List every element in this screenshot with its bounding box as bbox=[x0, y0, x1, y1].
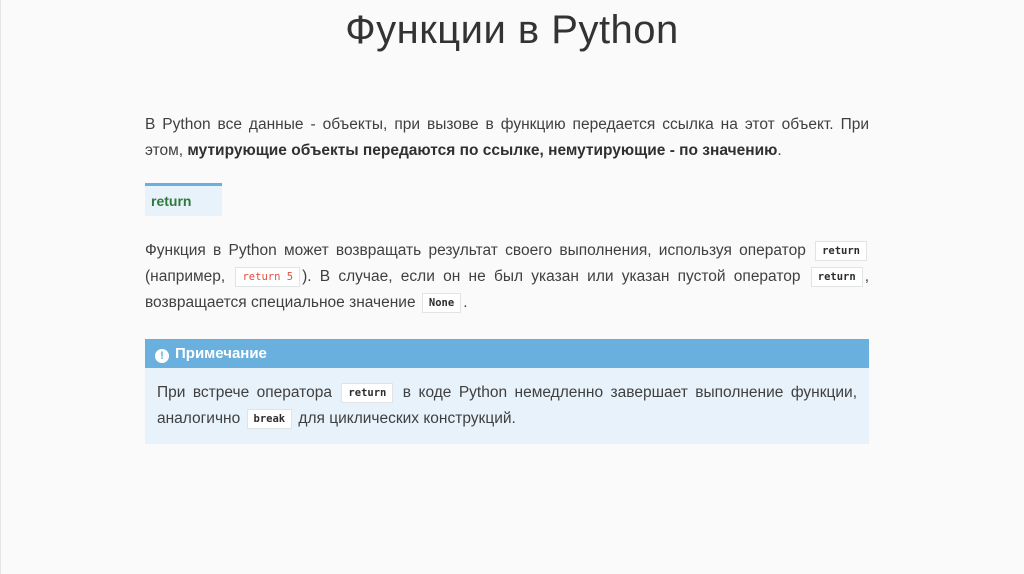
note-box: ! Примечание При встрече оператора return… bbox=[145, 339, 869, 444]
inline-code-return-5: return 5 bbox=[235, 267, 301, 287]
note-body: При встрече оператора return в коде Pyth… bbox=[145, 368, 869, 444]
info-icon: ! bbox=[155, 349, 169, 363]
note-text: При встрече оператора bbox=[157, 384, 340, 401]
slide-title: Функции в Python bbox=[345, 8, 679, 52]
note-title: Примечание bbox=[175, 345, 267, 362]
return-desc-text: (например, bbox=[145, 268, 234, 285]
inline-code-none: None bbox=[421, 293, 462, 313]
content: В Python все данные - объекты, при вызов… bbox=[145, 112, 869, 444]
intro-bold-text: мутирующие объекты передаются по ссылке,… bbox=[187, 142, 778, 159]
return-desc-text: ). В случае, если он не был указан или у… bbox=[302, 268, 809, 285]
intro-paragraph: В Python все данные - объекты, при вызов… bbox=[145, 112, 869, 164]
slide: Функции в Python В Python все данные - о… bbox=[0, 0, 1024, 574]
slide-border bbox=[0, 0, 1, 574]
inline-code-return: return bbox=[810, 267, 863, 287]
note-text: для циклических конструкций. bbox=[294, 410, 516, 427]
note-header: ! Примечание bbox=[145, 339, 869, 368]
inline-code-return: return bbox=[815, 241, 867, 261]
inline-code-break: break bbox=[246, 409, 293, 429]
inline-code-return: return bbox=[341, 383, 394, 403]
intro-end: . bbox=[777, 142, 782, 159]
return-desc-text: . bbox=[463, 294, 468, 311]
return-heading: return bbox=[145, 183, 222, 216]
return-description: Функция в Python может возвращать резуль… bbox=[145, 238, 869, 316]
return-desc-text: Функция в Python может возвращать резуль… bbox=[145, 242, 814, 259]
